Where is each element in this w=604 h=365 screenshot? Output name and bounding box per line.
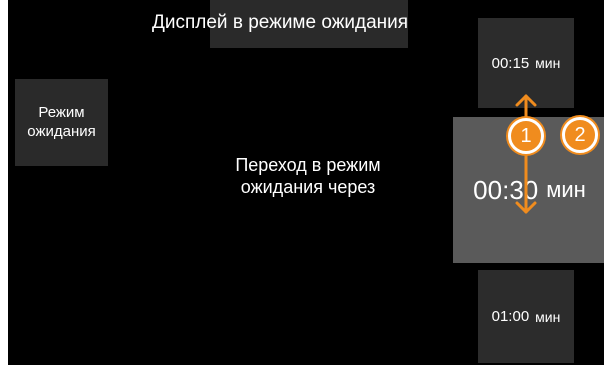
transition-label-line1: Переход в режим [235, 155, 381, 175]
standby-label-line1: Режим [38, 103, 85, 121]
screen-title: Дисплей в режиме ожидания [152, 12, 409, 33]
timeout-option-unit: мин [535, 55, 561, 71]
standby-mode-label: Режим ожидания [27, 104, 95, 142]
timeout-option-value: 00:15 [491, 54, 530, 72]
standby-mode-button[interactable]: Режим ожидания [15, 79, 108, 166]
transition-label-line2: ожидания через [240, 177, 376, 197]
callout-marker-1: 1 [508, 118, 544, 154]
transition-label: Переход в режим ожидания через [193, 154, 423, 198]
timeout-option-value: 00:30 [473, 174, 539, 205]
timeout-option-60[interactable]: 01:00 мин [478, 270, 574, 363]
callout-marker-2: 2 [562, 117, 598, 153]
timeout-option-15[interactable]: 00:15 мин [478, 18, 574, 108]
timeout-option-unit: мин [546, 177, 586, 202]
standby-display-screen: Дисплей в режиме ожидания Режим ожидания… [8, 0, 604, 365]
standby-label-line2: ожидания [27, 122, 96, 140]
timeout-option-value: 01:00 [491, 308, 530, 325]
timeout-option-unit: мин [535, 308, 561, 325]
